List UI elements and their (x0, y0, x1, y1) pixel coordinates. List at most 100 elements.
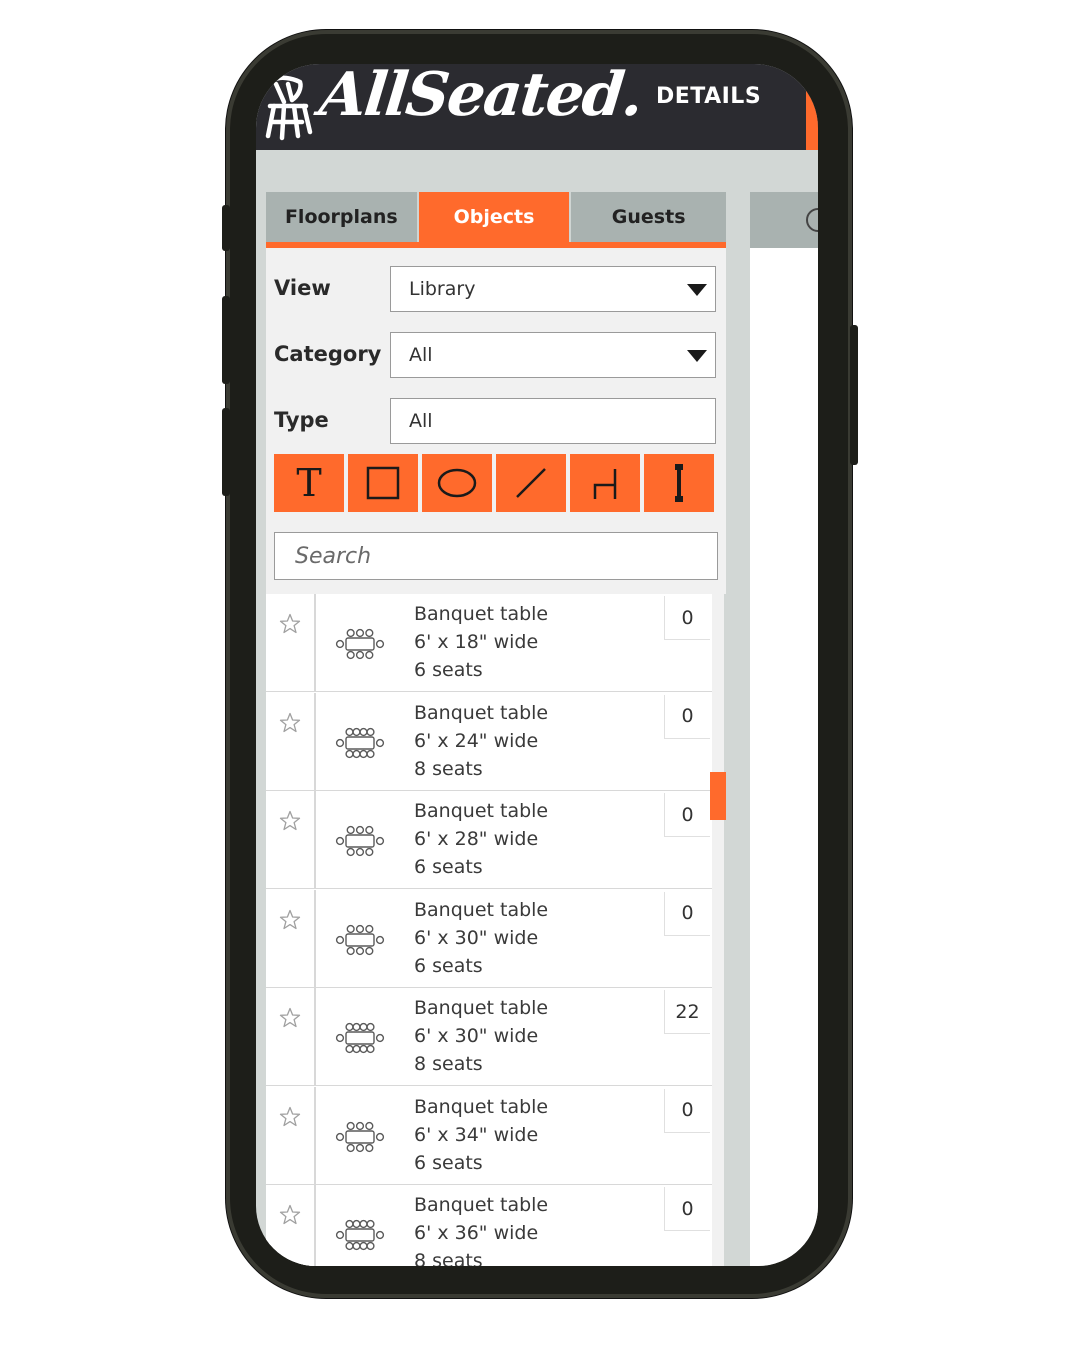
category-label: Category (274, 342, 382, 366)
list-item[interactable]: Banquet table 6' x 18" wide 6 seats 0 (266, 594, 712, 692)
row-divider (314, 988, 316, 1085)
drawing-tools-row: T (274, 454, 718, 512)
banquet-table-icon (334, 1018, 386, 1058)
item-seats: 8 seats (414, 757, 483, 780)
door-tool-button[interactable] (570, 454, 640, 512)
type-select[interactable]: All (390, 398, 716, 444)
tab-bar: Floorplans Objects Guests (266, 192, 726, 248)
tab-guests[interactable]: Guests (571, 192, 726, 242)
item-seats: 8 seats (414, 1250, 483, 1266)
search-input[interactable] (274, 532, 718, 580)
pillar-tool-icon (675, 464, 683, 502)
item-details: Banquet table 6' x 34" wide 6 seats (414, 1093, 548, 1177)
list-item[interactable]: Banquet table 6' x 24" wide 8 seats 0 (266, 692, 712, 791)
item-size: 6' x 18" wide (414, 631, 539, 653)
quantity-field[interactable]: 0 (664, 891, 710, 936)
item-details: Banquet table 6' x 28" wide 6 seats (414, 797, 548, 881)
item-size: 6' x 36" wide (414, 1222, 539, 1244)
favorite-star-icon[interactable] (278, 1006, 302, 1030)
item-seats: 8 seats (414, 1053, 483, 1075)
floorplan-canvas-pane[interactable] (750, 192, 818, 1266)
item-name: Banquet table (414, 1095, 549, 1118)
phone-volume-down (222, 408, 230, 496)
view-select[interactable]: Library (390, 266, 716, 312)
quantity-field[interactable]: 0 (664, 793, 710, 837)
item-details: Banquet table 6' x 18" wide 6 seats (414, 600, 548, 684)
list-top-spacer (266, 580, 712, 594)
object-library-list[interactable]: Banquet table 6' x 18" wide 6 seats 0 Banque… (266, 594, 712, 1266)
item-name: Banquet table (414, 701, 549, 724)
list-item[interactable]: Banquet table 6' x 28" wide 6 seats 0 (266, 791, 712, 889)
rectangle-tool-button[interactable] (348, 454, 418, 512)
text-tool-icon: T (296, 463, 321, 503)
line-tool-icon (516, 468, 546, 498)
chevron-down-icon (687, 284, 707, 296)
type-select-value: All (409, 410, 433, 432)
item-details: Banquet table 6' x 30" wide 6 seats (414, 896, 548, 980)
row-divider (314, 889, 316, 987)
quantity-field[interactable]: 0 (664, 596, 710, 640)
app-header: AllSeated. DETAILS (256, 64, 818, 150)
ellipse-tool-icon (437, 468, 477, 498)
favorite-star-icon[interactable] (278, 1203, 302, 1227)
view-select-value: Library (409, 278, 476, 300)
tab-floorplans[interactable]: Floorplans (266, 192, 419, 242)
item-name: Banquet table (414, 997, 549, 1019)
category-select-value: All (409, 344, 433, 366)
item-details: Banquet table 6' x 30" wide 8 seats (414, 994, 548, 1078)
svg-text:T: T (296, 463, 321, 503)
phone-silent-switch (222, 205, 230, 251)
quantity-field[interactable]: 22 (664, 990, 710, 1034)
item-size: 6' x 34" wide (414, 1123, 539, 1146)
phone-screen: AllSeated. DETAILS Floorplans Objects Gu… (256, 64, 818, 1266)
list-scrollbar-thumb[interactable] (710, 772, 726, 820)
list-item[interactable]: Banquet table 6' x 30" wide 6 seats 0 (266, 889, 712, 988)
item-size: 6' x 30" wide (414, 926, 539, 949)
list-item[interactable]: Banquet table 6' x 34" wide 6 seats 0 (266, 1086, 712, 1185)
pillar-tool-button[interactable] (644, 454, 714, 512)
details-nav-link[interactable]: DETAILS (656, 84, 761, 109)
banquet-table-icon (334, 920, 386, 960)
line-tool-button[interactable] (496, 454, 566, 512)
favorite-star-icon[interactable] (278, 711, 302, 735)
item-name: Banquet table (414, 603, 549, 625)
type-label: Type (274, 408, 329, 432)
ellipse-tool-button[interactable] (422, 454, 492, 512)
favorite-star-icon[interactable] (278, 908, 302, 932)
item-seats: 6 seats (414, 1151, 483, 1174)
list-item[interactable]: Banquet table 6' x 30" wide 8 seats 22 (266, 988, 712, 1086)
chevron-down-icon (687, 350, 707, 362)
phone-power-button (850, 325, 858, 465)
row-divider (314, 791, 316, 888)
favorite-star-icon[interactable] (278, 809, 302, 833)
row-divider (314, 692, 316, 790)
item-name: Banquet table (414, 898, 549, 921)
item-details: Banquet table 6' x 24" wide 8 seats (414, 699, 548, 783)
favorite-star-icon[interactable] (278, 1105, 302, 1129)
item-name: Banquet table (414, 800, 549, 822)
favorite-star-icon[interactable] (278, 612, 302, 636)
list-scrollbar-track[interactable] (724, 594, 738, 1266)
quantity-field[interactable]: 0 (664, 1187, 710, 1231)
item-seats: 6 seats (414, 659, 483, 681)
view-label: View (274, 276, 331, 300)
text-tool-button[interactable]: T (274, 454, 344, 512)
category-select[interactable]: All (390, 332, 716, 378)
banquet-table-icon (334, 624, 386, 664)
quantity-field[interactable]: 0 (664, 694, 710, 739)
item-seats: 6 seats (414, 954, 483, 977)
quantity-field[interactable]: 0 (664, 1088, 710, 1133)
item-size: 6' x 30" wide (414, 1025, 539, 1047)
phone-volume-up (222, 296, 230, 384)
banquet-table-icon (334, 723, 386, 763)
item-size: 6' x 28" wide (414, 828, 539, 850)
list-item[interactable]: Banquet table 6' x 36" wide 8 seats 0 (266, 1185, 712, 1266)
row-divider (314, 1185, 316, 1266)
tab-objects[interactable]: Objects (418, 192, 572, 242)
chair-logo-icon (265, 75, 313, 141)
item-seats: 6 seats (414, 856, 483, 878)
banquet-table-icon (334, 1215, 386, 1255)
row-divider (314, 594, 316, 691)
header-accent-bar (806, 82, 818, 150)
item-name: Banquet table (414, 1194, 549, 1216)
